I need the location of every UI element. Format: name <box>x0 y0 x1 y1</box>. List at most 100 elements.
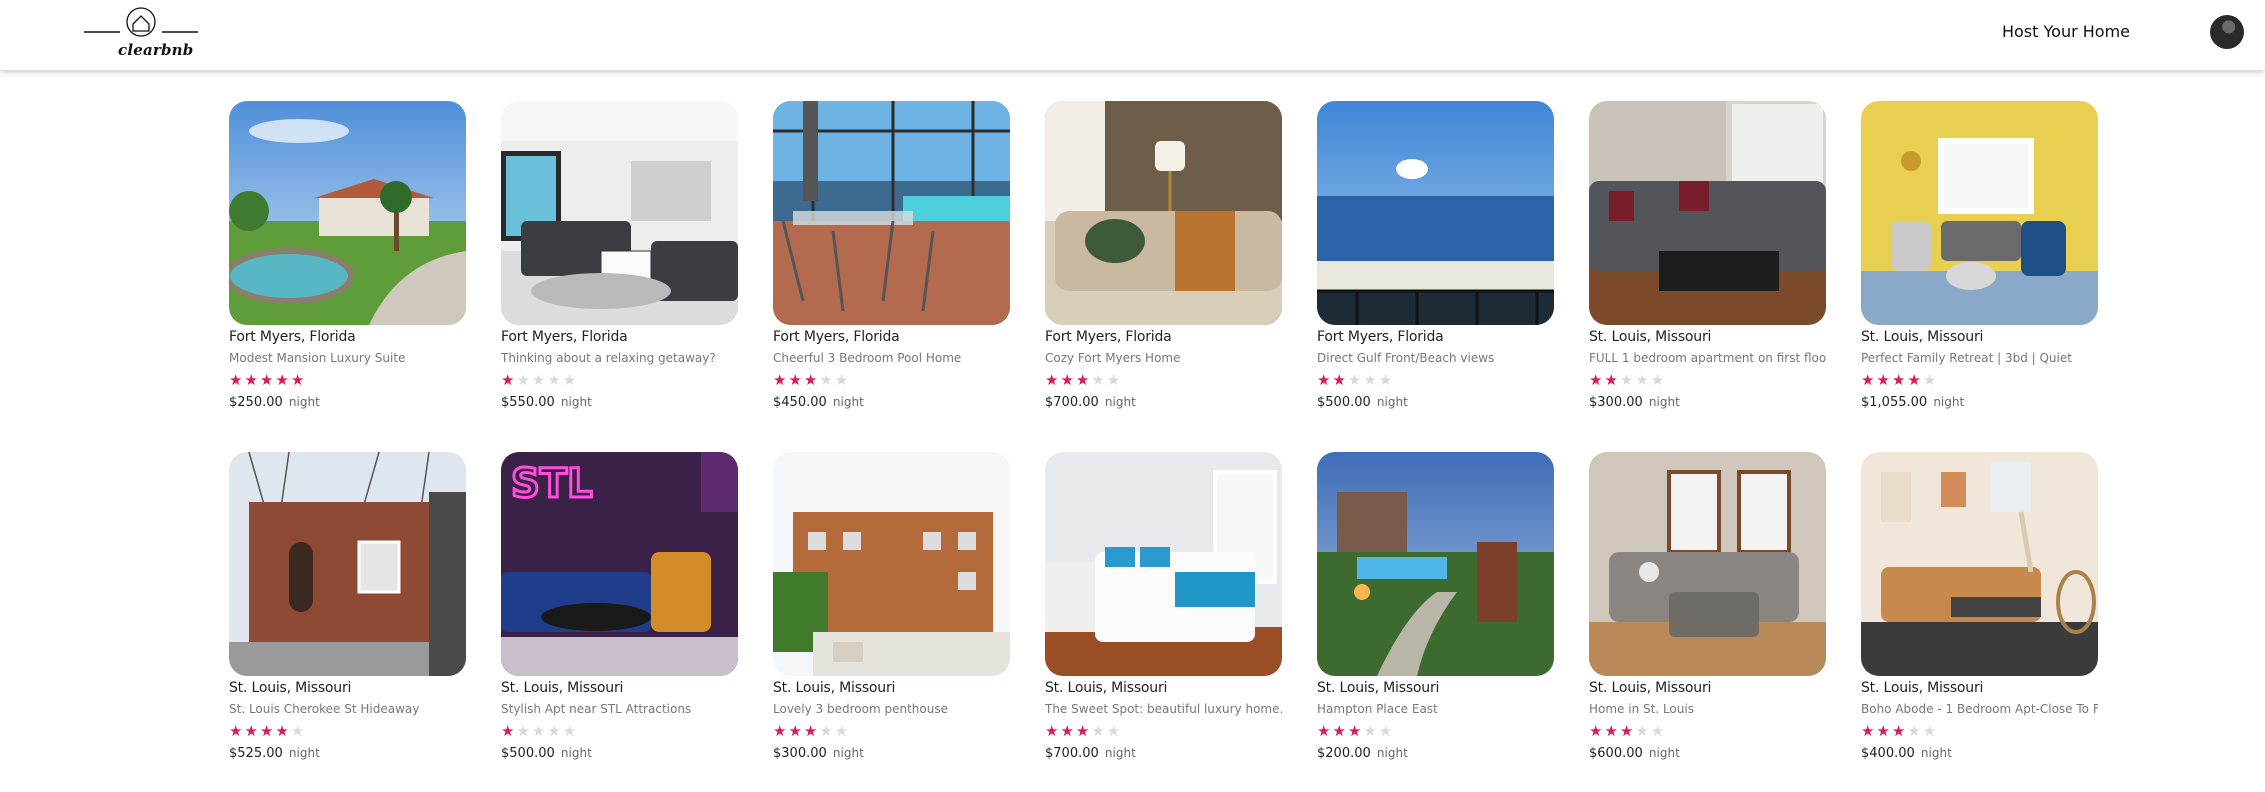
host-your-home-link[interactable]: Host Your Home <box>2002 22 2130 41</box>
listing-photo[interactable] <box>773 101 1010 325</box>
star-icon: ★ <box>1378 722 1393 740</box>
star-icon: ★ <box>819 722 833 740</box>
price-unit: night <box>1933 395 1965 409</box>
star-icon: ★ <box>1861 371 1875 389</box>
price-amount: $250.00 <box>229 395 283 410</box>
listing-card[interactable]: St. Louis, Missouri The Sweet Spot: beaut… <box>1045 452 1282 786</box>
star-icon: ★ <box>773 371 787 389</box>
listing-photo[interactable] <box>1317 452 1554 676</box>
listing-photo[interactable] <box>501 101 738 325</box>
star-icon: ★ <box>1091 371 1105 389</box>
star-icon: ★ <box>1075 371 1090 389</box>
svg-text:STL: STL <box>511 461 593 507</box>
listing-photo[interactable] <box>1589 101 1826 325</box>
listing-location: St. Louis, Missouri <box>1589 329 1712 345</box>
listing-photo[interactable] <box>1861 452 2098 676</box>
star-icon: ★ <box>788 371 802 389</box>
price-amount: $600.00 <box>1589 746 1643 761</box>
price-unit: night <box>1648 746 1680 760</box>
listing-title: The Sweet Spot: beautiful luxury home. <box>1045 702 1282 716</box>
star-icon: ★ <box>834 722 849 740</box>
star-icon: ★ <box>501 371 515 389</box>
listing-location: St. Louis, Missouri <box>773 680 896 696</box>
star-icon: ★ <box>1635 722 1649 740</box>
star-rating: ★ ★ ★ ★ ★ <box>1317 372 1554 388</box>
listing-location: Fort Myers, Florida <box>229 329 356 345</box>
listing-card[interactable]: St. Louis, Missouri Hampton Place East ★ ★ ★… <box>1317 452 1554 786</box>
user-avatar-icon[interactable] <box>2210 15 2244 49</box>
listing-card[interactable]: St. Louis, Missouri Lovely 3 bedroom pent… <box>773 452 1010 786</box>
listing-card[interactable]: STL St. Louis, Missouri Stylish Apt near S… <box>501 452 738 786</box>
listing-photo[interactable] <box>1045 452 1282 676</box>
star-icon: ★ <box>501 722 515 740</box>
listing-card[interactable]: St. Louis, Missouri Boho Abode - 1 Bedroo… <box>1861 452 2098 786</box>
star-icon: ★ <box>1317 371 1331 389</box>
price-unit: night <box>832 746 864 760</box>
star-icon: ★ <box>275 722 289 740</box>
listing-price: $550.00 night <box>501 395 738 410</box>
star-icon: ★ <box>562 722 577 740</box>
listing-card[interactable]: St. Louis, Missouri Home in St. Louis ★ ★ ★ ★… <box>1589 452 1826 786</box>
listing-card[interactable]: Fort Myers, Florida Thinking about a rela… <box>501 101 738 435</box>
listing-card[interactable]: St. Louis, Missouri FULL 1 bedroom apartm… <box>1589 101 1826 435</box>
listing-card[interactable]: St. Louis, Missouri Perfect Family Retrea… <box>1861 101 2098 435</box>
listing-price: $300.00 night <box>773 746 1010 761</box>
listing-price: $400.00 night <box>1861 746 2098 761</box>
star-icon: ★ <box>1922 371 1937 389</box>
star-icon: ★ <box>834 371 849 389</box>
star-icon: ★ <box>803 722 818 740</box>
star-icon: ★ <box>516 722 530 740</box>
listing-location: St. Louis, Missouri <box>1317 680 1440 696</box>
listing-card[interactable]: St. Louis, Missouri St. Louis Cherokee St… <box>229 452 466 786</box>
star-icon: ★ <box>773 722 787 740</box>
listing-title: Modest Mansion Luxury Suite <box>229 351 406 365</box>
listing-price: $500.00 night <box>1317 395 1554 410</box>
star-icon: ★ <box>1922 722 1937 740</box>
star-icon: ★ <box>1332 722 1346 740</box>
star-icon: ★ <box>1045 371 1059 389</box>
listing-photo[interactable] <box>229 452 466 676</box>
clearbnb-logo[interactable]: clearbnb <box>82 4 200 62</box>
star-icon: ★ <box>547 371 561 389</box>
listing-price: $250.00 night <box>229 395 466 410</box>
listing-title: Thinking about a relaxing getaway? <box>501 351 716 365</box>
listing-photo[interactable]: STL <box>501 452 738 676</box>
listing-title: Stylish Apt near STL Attractions <box>501 702 692 716</box>
price-amount: $300.00 <box>773 746 827 761</box>
listing-photo[interactable] <box>773 452 1010 676</box>
price-unit: night <box>1920 746 1952 760</box>
listing-card[interactable]: Fort Myers, Florida Cozy Fort Myers Home ★… <box>1045 101 1282 435</box>
star-icon: ★ <box>1861 722 1875 740</box>
listing-location: Fort Myers, Florida <box>1317 329 1444 345</box>
star-icon: ★ <box>1060 722 1074 740</box>
listing-price: $500.00 night <box>501 746 738 761</box>
star-rating: ★ ★ ★ ★ ★ <box>1589 372 1826 388</box>
listing-card[interactable]: Fort Myers, Florida Direct Gulf Front/Bea… <box>1317 101 1554 435</box>
listing-location: St. Louis, Missouri <box>1045 680 1168 696</box>
star-icon: ★ <box>1106 722 1121 740</box>
listing-photo[interactable] <box>1589 452 1826 676</box>
star-icon: ★ <box>1363 371 1377 389</box>
listing-location: Fort Myers, Florida <box>501 329 628 345</box>
listing-photo[interactable] <box>1317 101 1554 325</box>
star-icon: ★ <box>1589 722 1603 740</box>
listing-photo[interactable] <box>1861 101 2098 325</box>
price-unit: night <box>560 746 592 760</box>
price-unit: night <box>1376 395 1408 409</box>
listing-location: Fort Myers, Florida <box>1045 329 1172 345</box>
star-icon: ★ <box>1060 371 1074 389</box>
star-icon: ★ <box>1907 371 1921 389</box>
listing-price: $200.00 night <box>1317 746 1554 761</box>
listing-photo[interactable] <box>229 101 466 325</box>
top-nav: clearbnb Host Your Home <box>0 0 2265 70</box>
star-icon: ★ <box>1075 722 1090 740</box>
listing-card[interactable]: Fort Myers, Florida Cheerful 3 Bedroom Po… <box>773 101 1010 435</box>
listing-photo[interactable] <box>1045 101 1282 325</box>
listing-price: $1,055.00 night <box>1861 395 2098 410</box>
star-icon: ★ <box>1891 371 1906 389</box>
star-rating: ★ ★ ★ ★ ★ <box>773 372 1010 388</box>
price-amount: $450.00 <box>773 395 827 410</box>
listing-card[interactable]: Fort Myers, Florida Modest Mansion Luxury… <box>229 101 466 435</box>
star-icon: ★ <box>1876 371 1890 389</box>
price-unit: night <box>832 395 864 409</box>
